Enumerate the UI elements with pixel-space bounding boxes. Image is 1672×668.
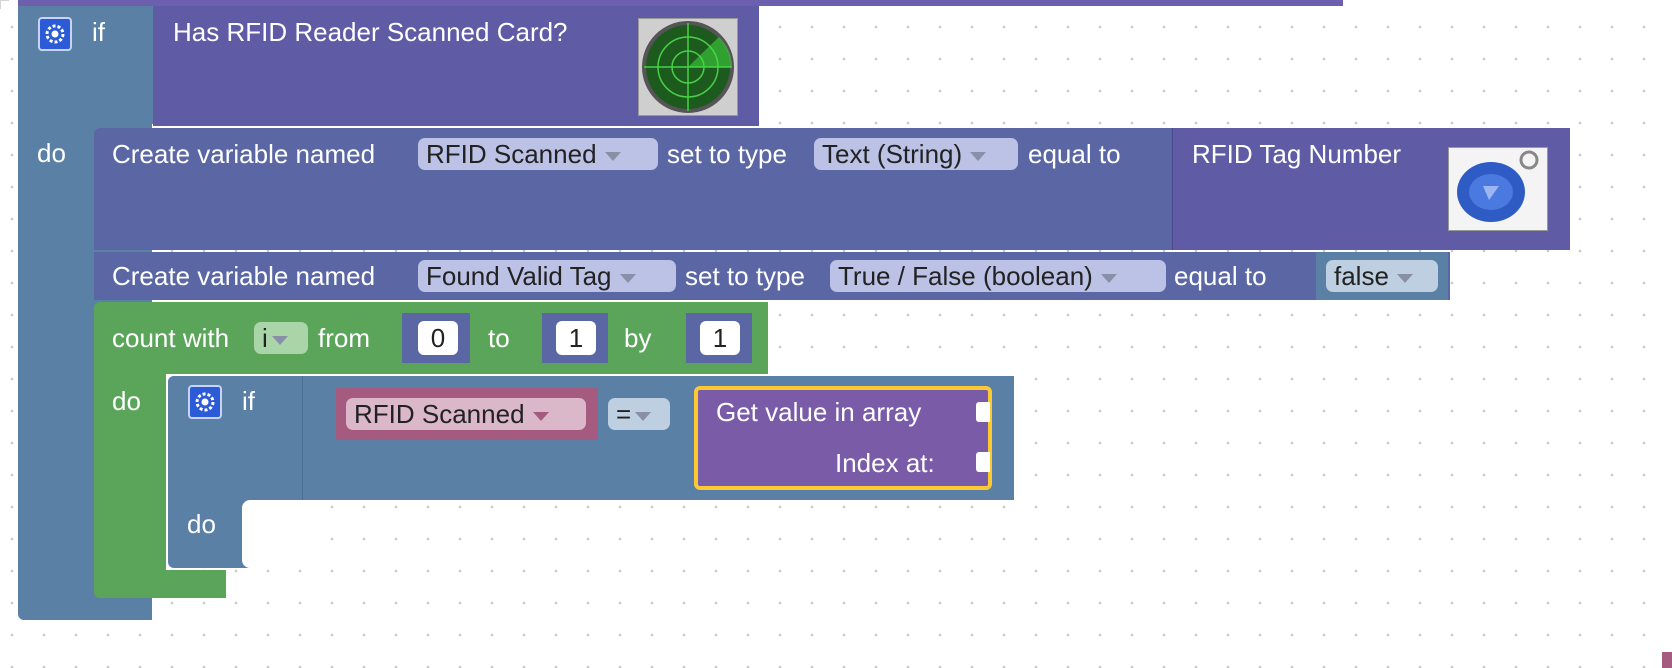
- chevron-down-icon: [1100, 273, 1117, 283]
- chevron-down-icon: [1396, 273, 1413, 283]
- by-number-input[interactable]: 1: [700, 321, 740, 355]
- var2-name-dropdown[interactable]: Found Valid Tag: [418, 260, 676, 292]
- inner-if-gear-icon[interactable]: [188, 385, 222, 419]
- outer-if-gear-icon[interactable]: [38, 17, 72, 51]
- to-label: to: [488, 323, 510, 353]
- radar-image: [638, 18, 738, 116]
- loop-do-label: do: [112, 386, 141, 416]
- index-input-socket[interactable]: [976, 452, 990, 472]
- count-with-label: count with: [112, 323, 230, 353]
- rfid-tag-number-label: RFID Tag Number: [1192, 139, 1402, 169]
- by-label: by: [624, 323, 652, 353]
- var1-type-dropdown[interactable]: Text (String): [814, 138, 1018, 170]
- rfid-scanned-var-dropdown[interactable]: RFID Scanned: [346, 398, 586, 430]
- from-number-input[interactable]: 0: [418, 321, 458, 355]
- operator-dropdown[interactable]: =: [608, 398, 670, 430]
- rfid-condition-label: Has RFID Reader Scanned Card?: [173, 17, 568, 47]
- chevron-down-icon: [271, 335, 288, 345]
- index-at-label: Index at:: [835, 448, 935, 478]
- from-label: from: [318, 323, 370, 353]
- outer-do-label: do: [37, 138, 66, 168]
- chevron-down-icon: [619, 273, 636, 283]
- var1-equal-label: equal to: [1028, 139, 1121, 169]
- get-value-label: Get value in array: [716, 397, 922, 427]
- boolean-dropdown[interactable]: false: [1326, 260, 1438, 292]
- outer-if-label: if: [92, 17, 105, 47]
- inner-do-label: do: [187, 509, 216, 539]
- var1-name-dropdown[interactable]: RFID Scanned: [418, 138, 658, 170]
- chevron-down-icon: [532, 411, 549, 421]
- var2-equal-label: equal to: [1174, 261, 1267, 291]
- chevron-down-icon: [604, 151, 621, 161]
- count-loop-footer: [94, 570, 226, 598]
- loop-var-dropdown[interactable]: i: [254, 322, 308, 354]
- inner-if-do-slot: [242, 500, 302, 568]
- array-input-socket[interactable]: [976, 402, 990, 422]
- chevron-down-icon: [635, 411, 652, 421]
- chevron-down-icon: [970, 151, 987, 161]
- var1-prefix: Create variable named: [112, 139, 376, 169]
- var2-type-dropdown[interactable]: True / False (boolean): [830, 260, 1166, 292]
- scroll-marker: [1662, 652, 1672, 668]
- var2-prefix: Create variable named: [112, 261, 376, 291]
- rfid-fob-image: [1448, 147, 1548, 231]
- inner-if-label: if: [242, 386, 255, 416]
- to-number-input[interactable]: 1: [556, 321, 596, 355]
- var2-set-type-label: set to type: [685, 261, 805, 291]
- var1-set-type-label: set to type: [667, 139, 787, 169]
